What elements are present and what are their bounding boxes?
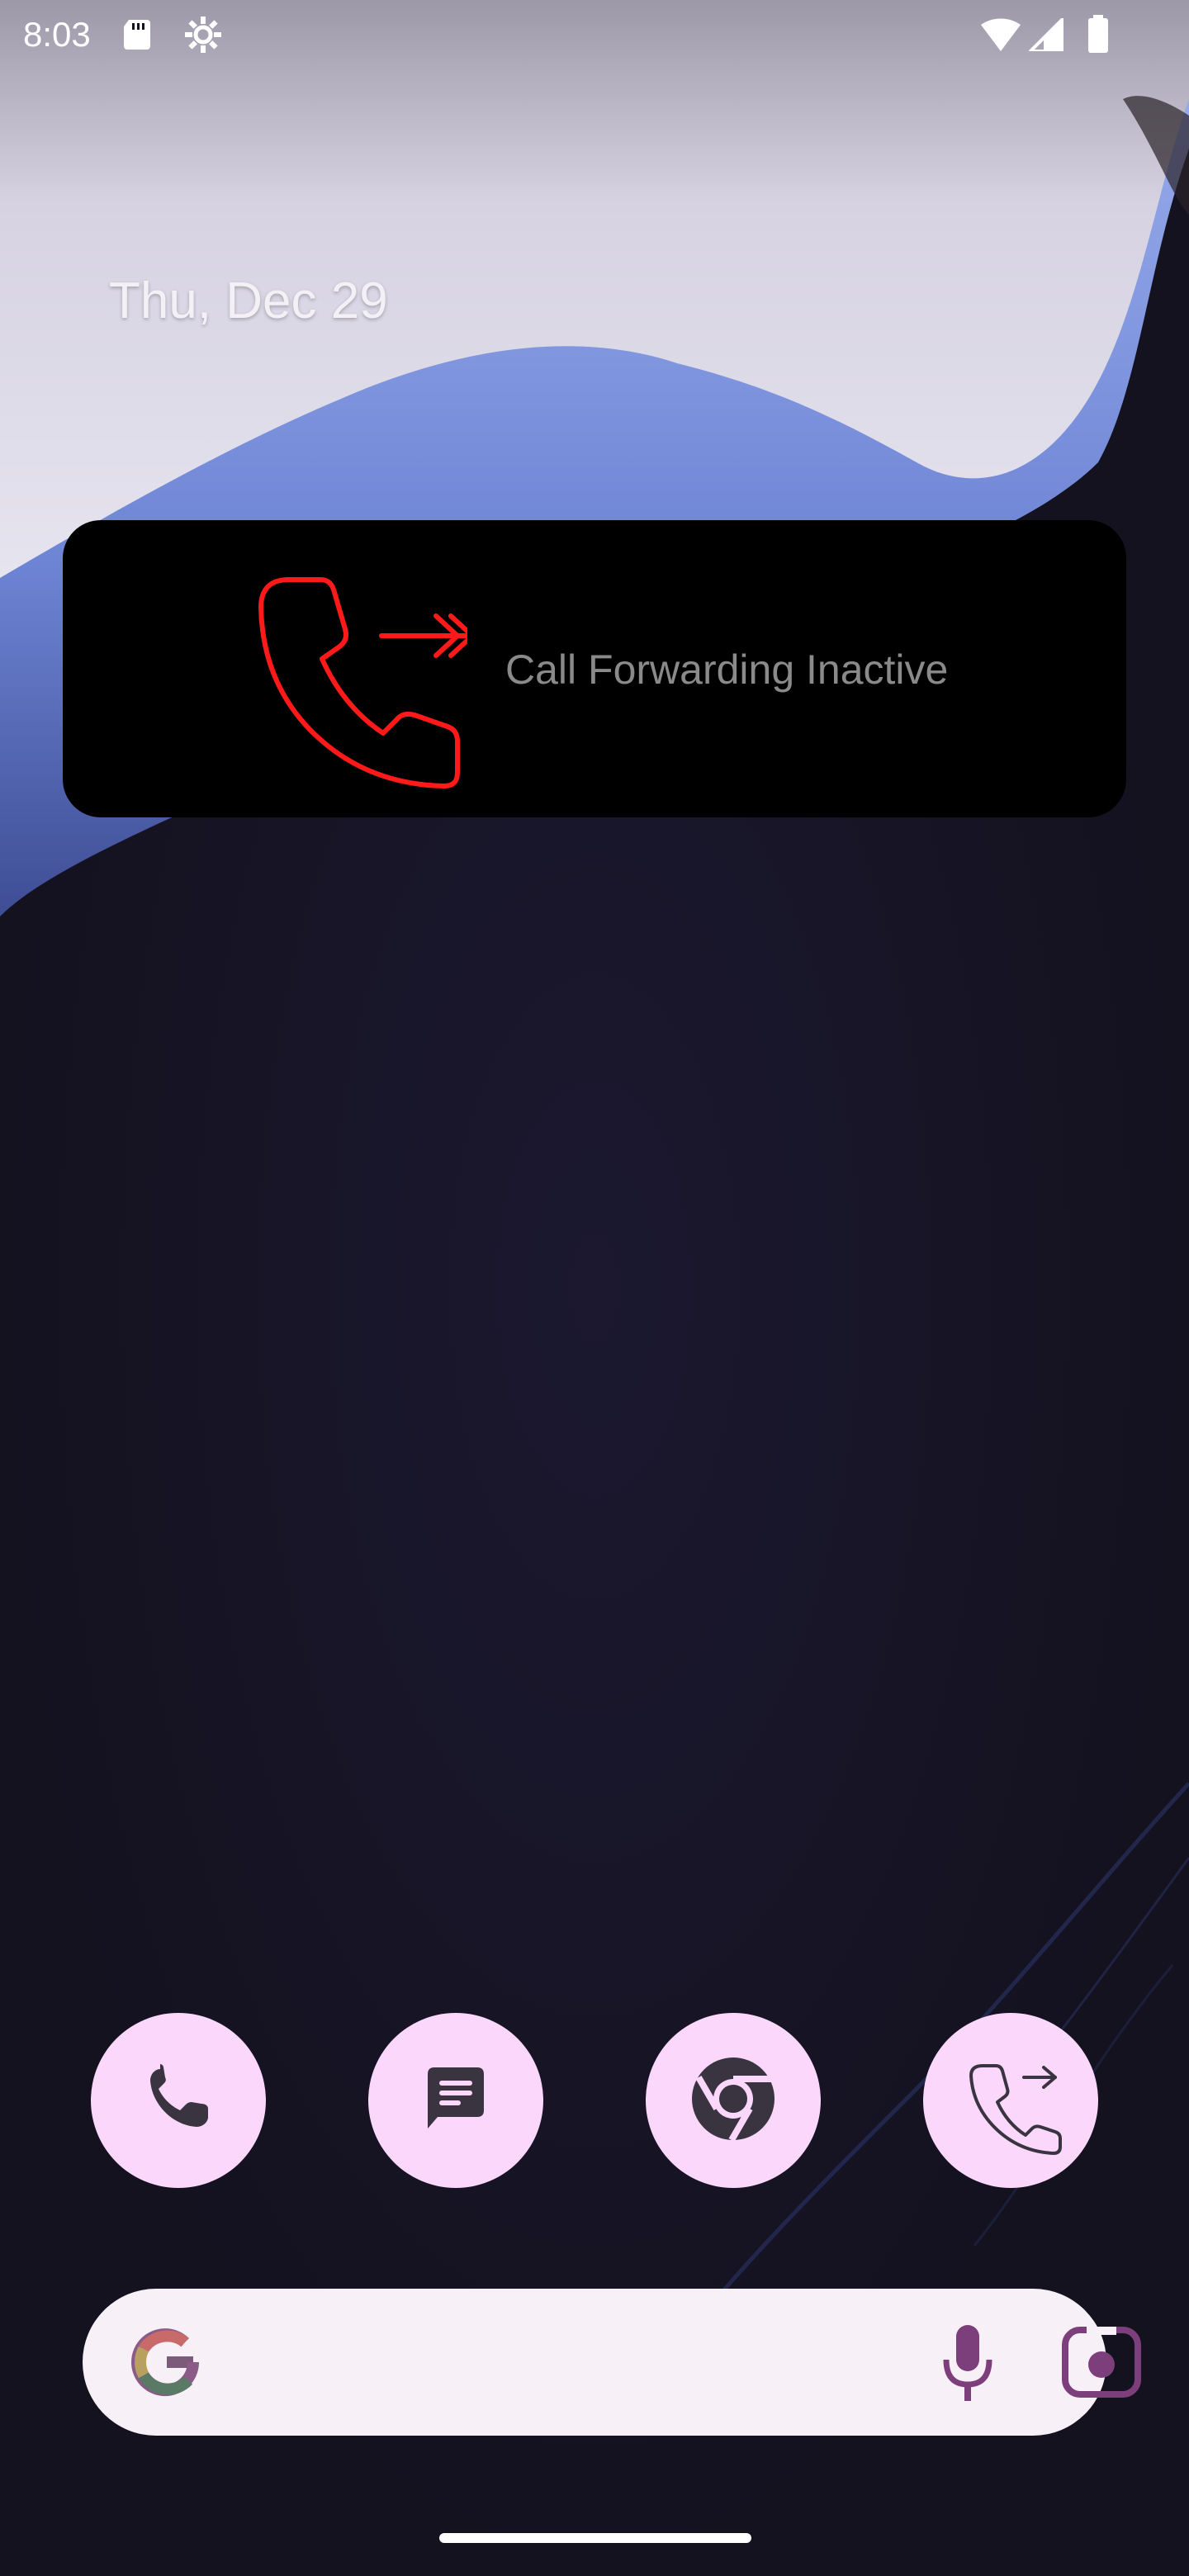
- camera-lens-icon[interactable]: [1062, 2327, 1141, 2402]
- dock-app-phone[interactable]: [91, 2013, 266, 2188]
- status-time: 8:03: [23, 15, 91, 54]
- dock-app-call-forwarding[interactable]: [923, 2013, 1098, 2188]
- messages-icon: [414, 2057, 497, 2144]
- cellular-signal-icon: [1026, 16, 1063, 55]
- wallpaper: [0, 0, 1189, 2576]
- phone-icon: [137, 2057, 220, 2144]
- chrome-icon: [684, 2049, 783, 2152]
- home-date[interactable]: Thu, Dec 29: [109, 268, 388, 334]
- microphone-icon[interactable]: [938, 2322, 997, 2408]
- battery-icon: [1087, 15, 1110, 59]
- wifi-icon: [979, 18, 1022, 55]
- settings-gear-icon: [183, 15, 223, 59]
- call-forwarding-widget[interactable]: Call Forwarding Inactive: [63, 520, 1126, 817]
- dock-app-chrome[interactable]: [646, 2013, 821, 2188]
- google-g-icon[interactable]: [126, 2321, 205, 2408]
- call-forward-icon: [953, 2041, 1068, 2161]
- gesture-nav-handle[interactable]: [439, 2533, 751, 2543]
- dock-app-messages[interactable]: [368, 2013, 543, 2188]
- status-bar: 8:03: [0, 0, 1189, 69]
- google-search-bar[interactable]: [83, 2289, 1141, 2436]
- sd-card-icon: [122, 18, 152, 55]
- call-forwarding-status: Call Forwarding Inactive: [505, 646, 949, 693]
- call-forward-icon: [220, 550, 475, 802]
